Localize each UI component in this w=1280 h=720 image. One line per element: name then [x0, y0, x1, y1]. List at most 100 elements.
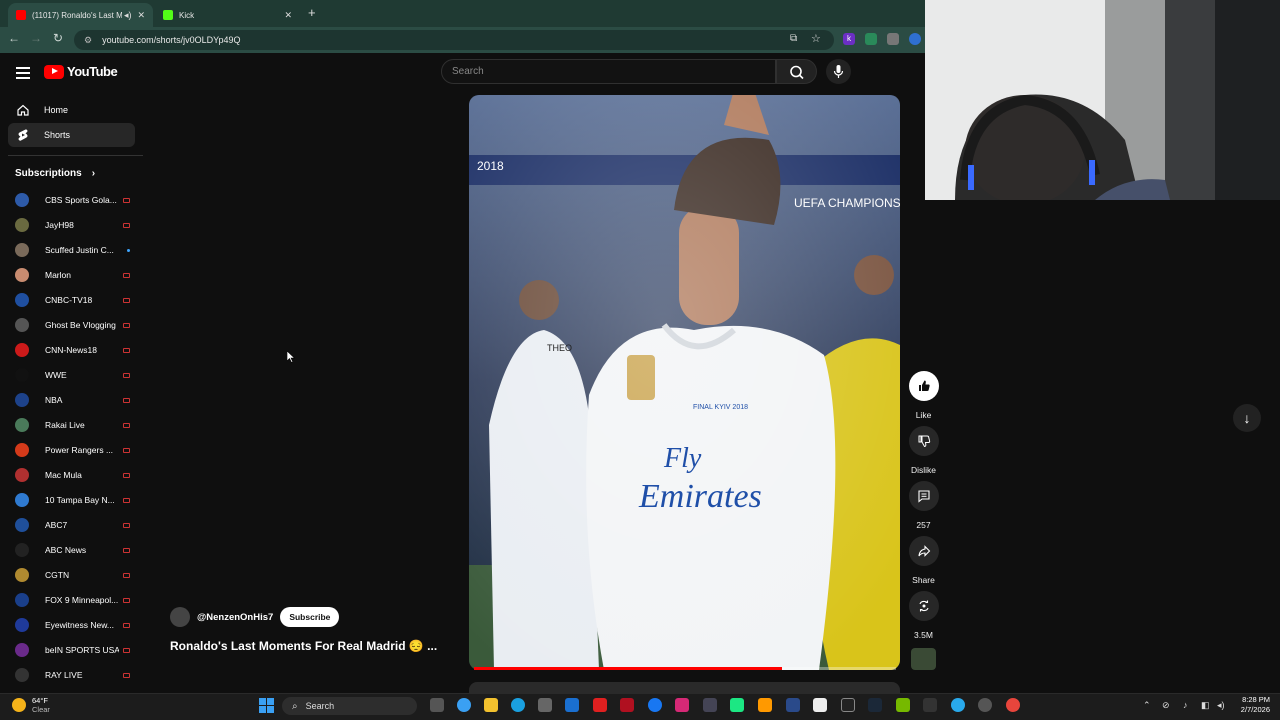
- subscription-item[interactable]: RAY LIVE: [15, 667, 130, 683]
- live-indicator-icon: [123, 397, 130, 403]
- bookmark-star-icon[interactable]: ☆: [811, 32, 821, 45]
- weather-widget[interactable]: 64°F Clear: [12, 696, 50, 714]
- search-button[interactable]: [776, 59, 817, 84]
- epic-games-icon[interactable]: [923, 698, 937, 712]
- extension-icon[interactable]: [887, 33, 899, 45]
- arrow-down-icon: ↓: [1243, 410, 1251, 426]
- subscription-item[interactable]: Rakai Live: [15, 417, 130, 433]
- subscription-item[interactable]: Eyewitness New...: [15, 617, 130, 633]
- subscription-item[interactable]: JayH98: [15, 217, 130, 233]
- sidebar-item-shorts[interactable]: Shorts: [8, 123, 135, 147]
- youtube-app-icon[interactable]: [593, 698, 607, 712]
- subscription-item[interactable]: CGTN: [15, 567, 130, 583]
- mouse-cursor: [286, 350, 296, 368]
- hamburger-menu-icon[interactable]: [16, 64, 30, 82]
- subscription-item[interactable]: Power Rangers ...: [15, 442, 130, 458]
- netflix-icon[interactable]: [620, 698, 634, 712]
- subscription-item[interactable]: WWE: [15, 367, 130, 383]
- subscription-item[interactable]: ABC News: [15, 542, 130, 558]
- tab-youtube[interactable]: (11017) Ronaldo's Last Mo ◂) ✕: [8, 3, 153, 27]
- back-icon[interactable]: ←: [6, 31, 22, 45]
- app-icon[interactable]: [703, 698, 717, 712]
- windows-start-icon[interactable]: [259, 698, 274, 713]
- subscription-item[interactable]: Marlon: [15, 267, 130, 283]
- settings-icon[interactable]: [978, 698, 992, 712]
- subscription-item[interactable]: beIN SPORTS USA: [15, 642, 130, 658]
- app-icon[interactable]: [841, 698, 855, 712]
- dislike-button[interactable]: Dislike: [908, 426, 939, 475]
- channel-handle[interactable]: @NenzenOnHis7: [197, 612, 273, 623]
- close-tab-icon[interactable]: ✕: [137, 10, 145, 21]
- share-icon: [908, 536, 939, 566]
- steam-icon[interactable]: [868, 698, 882, 712]
- telegram-icon[interactable]: [951, 698, 965, 712]
- search-input[interactable]: Search: [441, 59, 776, 84]
- close-tab-icon[interactable]: ✕: [284, 10, 292, 21]
- outlook-icon[interactable]: [565, 698, 579, 712]
- speaker-icon[interactable]: ◂): [124, 10, 132, 21]
- youtube-logo[interactable]: YouTube: [44, 64, 118, 79]
- channel-avatar-icon: [15, 218, 29, 232]
- new-tab-icon[interactable]: +: [308, 5, 316, 20]
- network-off-icon[interactable]: ⊘: [1162, 700, 1170, 711]
- chevron-up-icon[interactable]: ⌃: [1143, 700, 1151, 711]
- copilot-icon[interactable]: [457, 698, 471, 712]
- clock-time: 8:28 PM: [1242, 695, 1270, 704]
- subscription-item[interactable]: CBS Sports Gola...: [15, 192, 130, 208]
- install-app-icon[interactable]: ⧉: [790, 33, 797, 44]
- forward-icon[interactable]: →: [28, 31, 44, 45]
- sidebar-item-home[interactable]: Home: [8, 98, 135, 122]
- extension-icon[interactable]: [865, 33, 877, 45]
- subscription-item[interactable]: FOX 9 Minneapol...: [15, 592, 130, 608]
- next-short-preview[interactable]: [469, 682, 900, 693]
- app-icon[interactable]: [786, 698, 800, 712]
- file-explorer-icon[interactable]: [484, 698, 498, 712]
- tab-kick[interactable]: Kick ✕: [155, 3, 300, 27]
- short-video-player[interactable]: 2018 UEFA CHAMPIONS THEO Fly Emirates FI…: [469, 95, 900, 670]
- channel-avatar[interactable]: [170, 607, 190, 627]
- share-button[interactable]: Share: [908, 536, 939, 585]
- subscription-item[interactable]: Ghost Be Vlogging: [15, 317, 130, 333]
- remix-button[interactable]: 3.5M: [908, 591, 939, 640]
- extension-icon[interactable]: [909, 33, 921, 45]
- address-bar[interactable]: ⚙ youtube.com/shorts/jv0OLDYp49Q: [74, 30, 834, 50]
- facebook-icon[interactable]: [648, 698, 662, 712]
- share-label: Share: [912, 575, 935, 585]
- site-info-icon[interactable]: ⚙: [84, 35, 92, 46]
- reload-icon[interactable]: ↻: [50, 31, 66, 45]
- wifi-icon[interactable]: ◧: [1201, 700, 1210, 711]
- logo-text: YouTube: [67, 64, 118, 79]
- next-short-button[interactable]: ↓: [1233, 404, 1261, 432]
- amazon-icon[interactable]: [758, 698, 772, 712]
- audio-source-thumbnail[interactable]: [911, 648, 936, 670]
- roblox-icon[interactable]: [813, 698, 827, 712]
- instagram-icon[interactable]: [675, 698, 689, 712]
- channel-avatar-icon: [15, 418, 29, 432]
- subscription-item[interactable]: CNN-News18: [15, 342, 130, 358]
- live-indicator-icon: [123, 597, 130, 603]
- voice-search-button[interactable]: [826, 59, 851, 84]
- store-icon[interactable]: [538, 698, 552, 712]
- taskbar-search[interactable]: ⌕ Search: [282, 697, 417, 715]
- comments-button[interactable]: 257: [908, 481, 939, 530]
- subscription-item[interactable]: Mac Mula: [15, 467, 130, 483]
- subscriptions-heading[interactable]: Subscriptions ›: [15, 168, 95, 179]
- subscription-item[interactable]: Scuffed Justin C...: [15, 242, 130, 258]
- subscription-item[interactable]: CNBC-TV18: [15, 292, 130, 308]
- system-clock[interactable]: 8:28 PM 2/7/2026: [1226, 695, 1270, 715]
- kick-extension-icon[interactable]: k: [843, 33, 855, 45]
- like-button[interactable]: Like: [908, 371, 939, 420]
- subscription-item[interactable]: ABC7: [15, 517, 130, 533]
- microphone-icon[interactable]: ♪: [1183, 700, 1188, 710]
- channel-avatar-icon: [15, 293, 29, 307]
- hulu-icon[interactable]: [730, 698, 744, 712]
- edge-icon[interactable]: [511, 698, 525, 712]
- volume-icon[interactable]: ◂): [1217, 700, 1225, 711]
- short-title[interactable]: Ronaldo's Last Moments For Real Madrid 😔…: [170, 639, 437, 653]
- chrome-icon[interactable]: [1006, 698, 1020, 712]
- subscribe-button[interactable]: Subscribe: [280, 607, 340, 627]
- subscription-item[interactable]: 10 Tampa Bay N...: [15, 492, 130, 508]
- task-view-icon[interactable]: [430, 698, 444, 712]
- nvidia-icon[interactable]: [896, 698, 910, 712]
- subscription-item[interactable]: NBA: [15, 392, 130, 408]
